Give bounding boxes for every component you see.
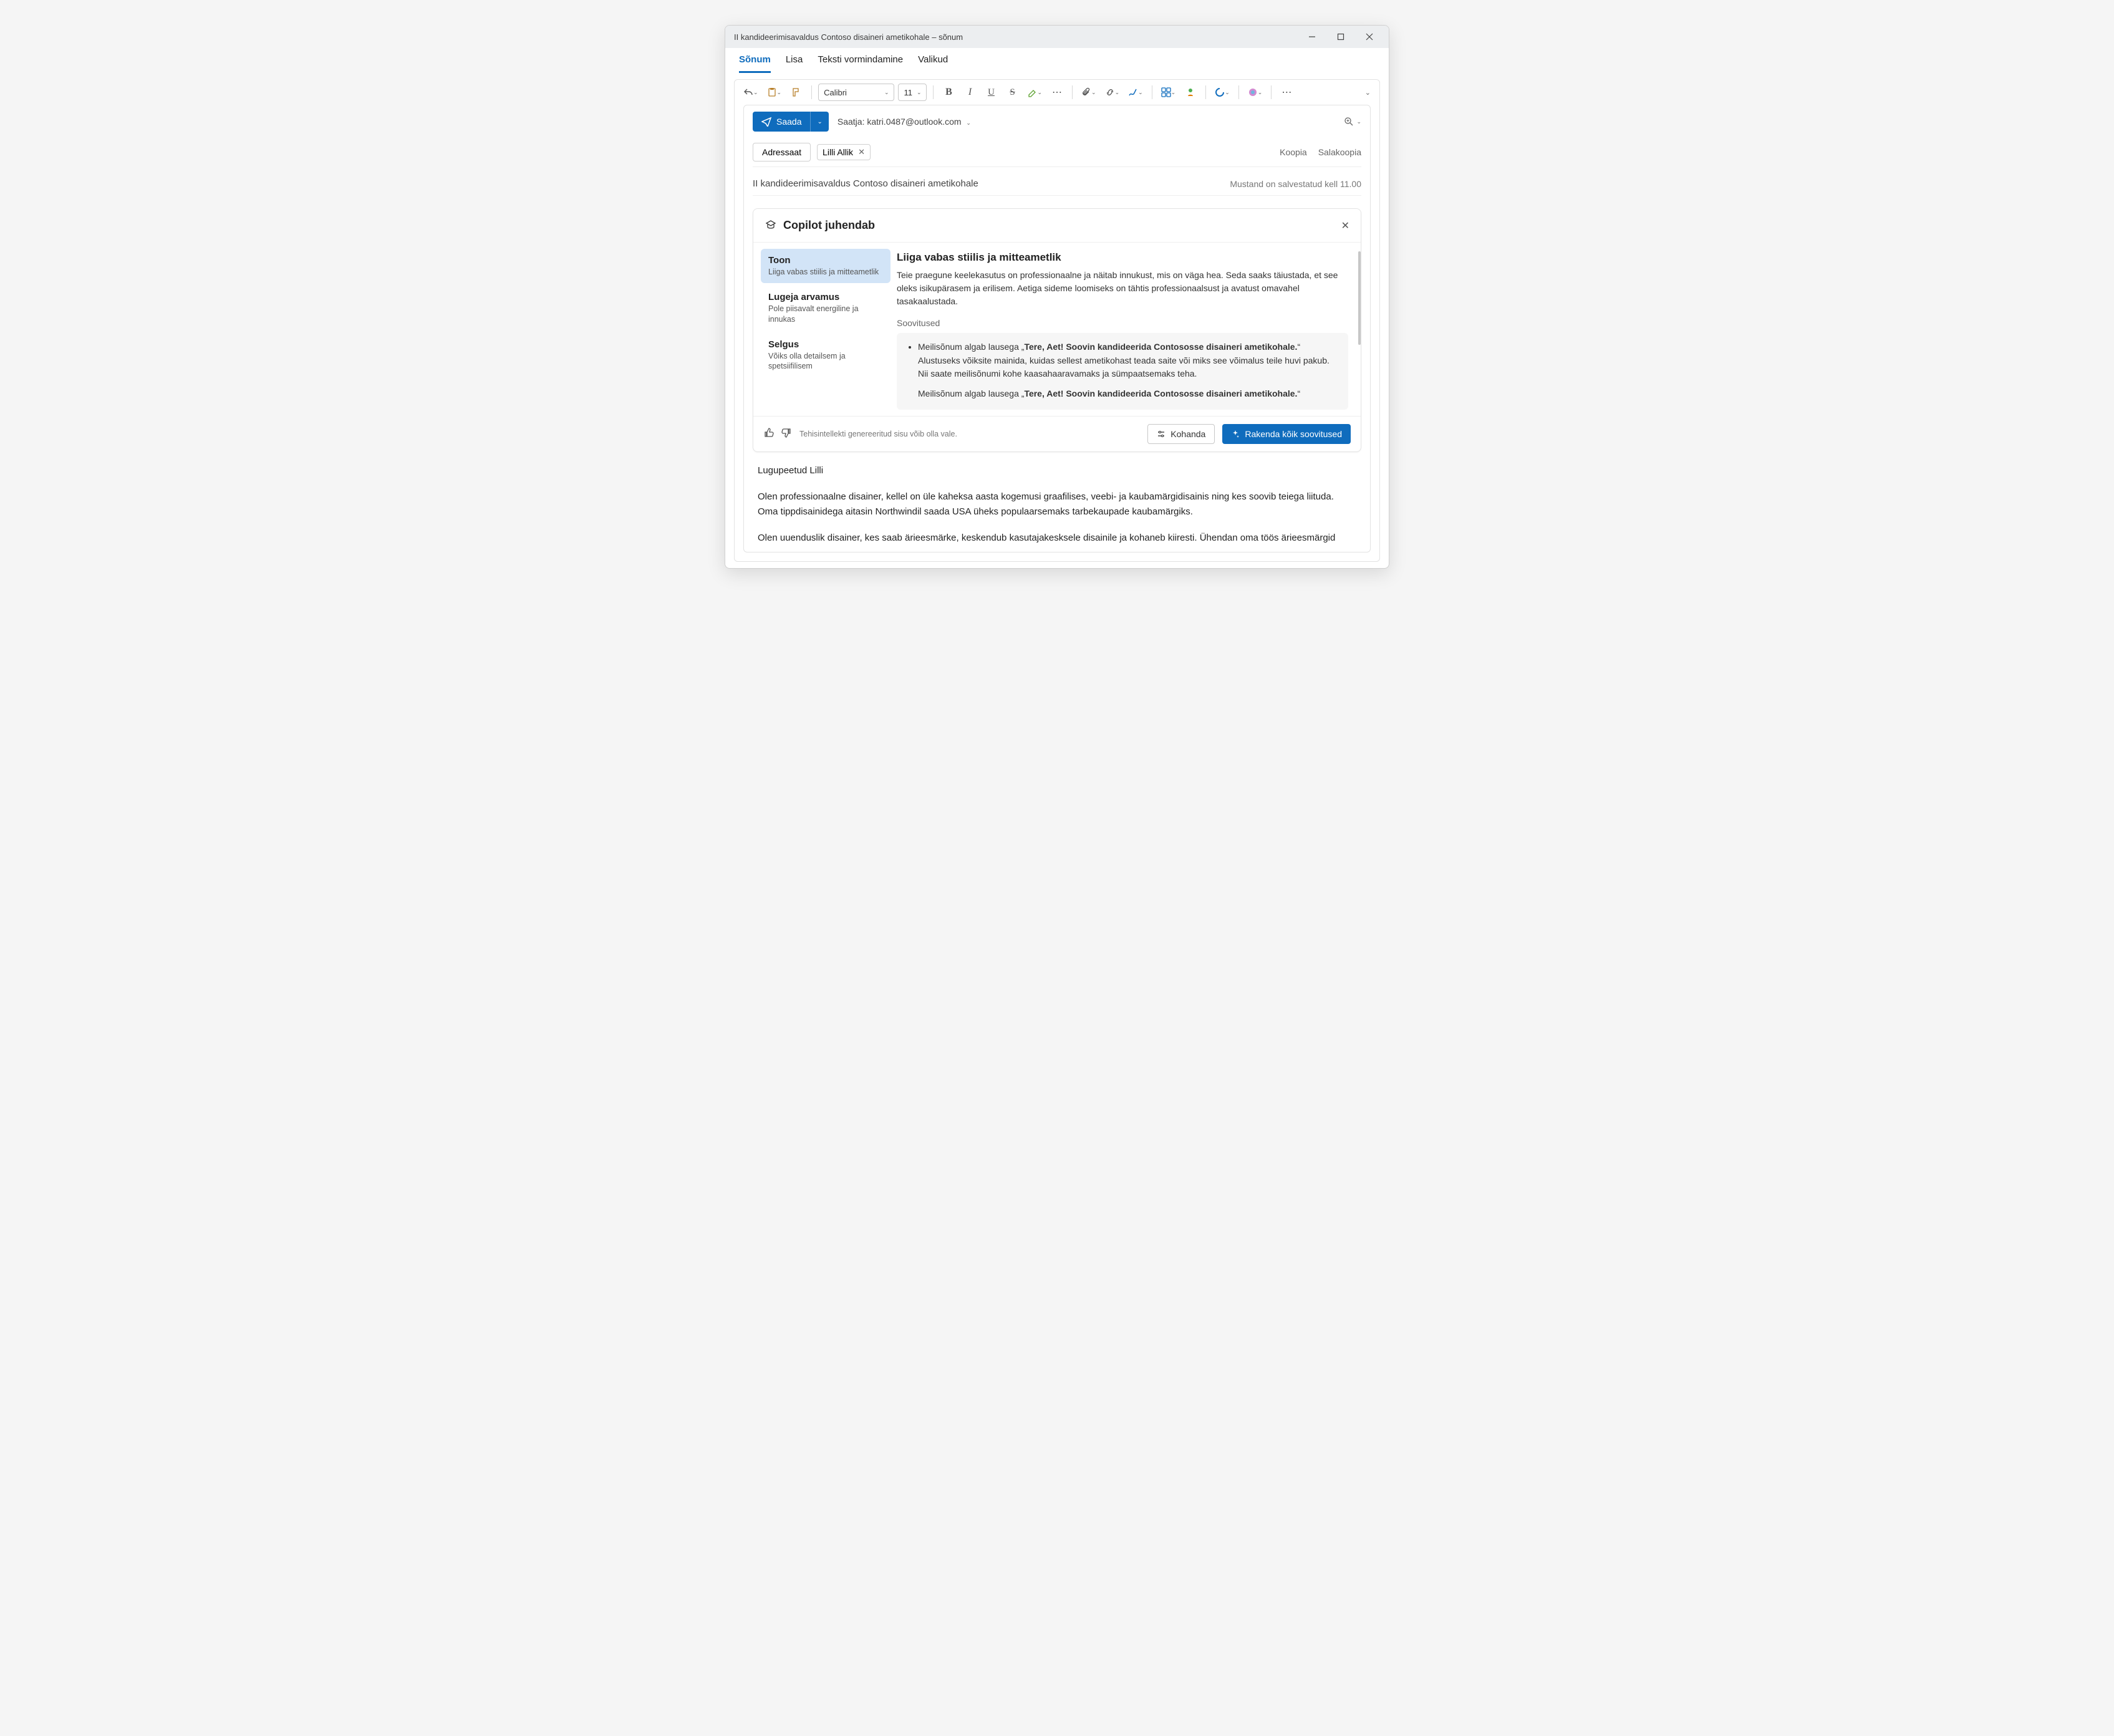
copilot-button[interactable]: ⌄ bbox=[1245, 84, 1265, 101]
draft-status: Mustand on salvestatud kell 11.00 bbox=[1230, 179, 1361, 189]
subject-input[interactable]: II kandideerimisavaldus Contoso disainer… bbox=[753, 178, 978, 189]
copilot-description: Teie praegune keelekasutus on profession… bbox=[897, 269, 1348, 308]
to-button[interactable]: Adressaat bbox=[753, 143, 811, 162]
remove-recipient-icon[interactable]: ✕ bbox=[858, 147, 865, 157]
suggestion-item: Meilisõnum algab lausega „Tere, Aet! Soo… bbox=[918, 387, 1339, 401]
cc-link[interactable]: Koopia bbox=[1280, 147, 1307, 157]
collapse-ribbon-button[interactable]: ⌄ bbox=[1365, 89, 1371, 97]
send-icon bbox=[761, 117, 771, 127]
send-split-button[interactable]: ⌄ bbox=[810, 112, 828, 132]
customize-button[interactable]: Kohanda bbox=[1147, 424, 1215, 444]
apply-all-button[interactable]: Rakenda kõik soovitused bbox=[1222, 424, 1351, 444]
format-painter-button[interactable] bbox=[788, 84, 805, 101]
copilot-heading: Liiga vabas stiilis ja mitteametlik bbox=[897, 251, 1348, 264]
recipient-chip[interactable]: Lilli Allik ✕ bbox=[817, 144, 871, 160]
bcc-link[interactable]: Salakoopia bbox=[1318, 147, 1361, 157]
email-body[interactable]: Lugupeetud Lilli Olen professionaalne di… bbox=[753, 452, 1361, 546]
more-formatting-button[interactable]: ⋯ bbox=[1048, 84, 1066, 101]
strikethrough-button[interactable]: S bbox=[1003, 84, 1021, 101]
sidebar-item-reader[interactable]: Lugeja arvamus Pole piisavalt energiline… bbox=[761, 286, 890, 330]
sliders-icon bbox=[1157, 430, 1166, 438]
italic-button[interactable]: I bbox=[961, 84, 978, 101]
tab-options[interactable]: Valikud bbox=[918, 54, 948, 73]
loop-button[interactable]: ⌄ bbox=[1212, 84, 1232, 101]
ribbon: ⌄ ⌄ Calibri⌄ 11⌄ B I U S ⌄ ⋯ ⌄ bbox=[734, 79, 1380, 562]
sidebar-item-clarity[interactable]: Selgus Võiks olla detailsem ja spetsiifi… bbox=[761, 333, 890, 378]
magnifier-icon bbox=[1344, 117, 1354, 127]
recipient-name: Lilli Allik bbox=[823, 147, 853, 157]
body-paragraph: Olen professionaalne disainer, kellel on… bbox=[758, 489, 1356, 519]
suggestion-item: Meilisõnum algab lausega „Tere, Aet! Soo… bbox=[918, 340, 1339, 381]
copilot-coach-icon bbox=[765, 219, 777, 232]
compose-area: Saada ⌄ Saatja: katri.0487@outlook.com ⌄… bbox=[743, 105, 1371, 552]
copilot-close-icon[interactable]: ✕ bbox=[1341, 219, 1349, 232]
undo-button[interactable]: ⌄ bbox=[741, 84, 761, 101]
suggestions-box: Meilisõnum algab lausega „Tere, Aet! Soo… bbox=[897, 333, 1348, 410]
attach-button[interactable]: ⌄ bbox=[1079, 84, 1099, 101]
sidebar-item-tone[interactable]: Toon Liiga vabas stiilis ja mitteametlik bbox=[761, 249, 890, 283]
close-button[interactable] bbox=[1355, 26, 1384, 48]
ribbon-tabs: Sõnum Lisa Teksti vormindamine Valikud bbox=[725, 48, 1389, 73]
thumbs-up-icon[interactable] bbox=[763, 427, 775, 441]
scrollbar[interactable] bbox=[1358, 251, 1361, 345]
from-label[interactable]: Saatja: katri.0487@outlook.com ⌄ bbox=[837, 117, 971, 127]
body-paragraph: Olen uuenduslik disainer, kes saab äriee… bbox=[758, 531, 1356, 546]
copilot-title: Copilot juhendab bbox=[783, 219, 875, 232]
minimize-button[interactable] bbox=[1298, 26, 1326, 48]
signature-button[interactable]: ⌄ bbox=[1126, 84, 1146, 101]
highlight-button[interactable]: ⌄ bbox=[1025, 84, 1045, 101]
tab-message[interactable]: Sõnum bbox=[739, 54, 771, 73]
maximize-button[interactable] bbox=[1326, 26, 1355, 48]
copilot-panel: Copilot juhendab ✕ Toon Liiga vabas stii… bbox=[753, 208, 1361, 452]
compose-window: II kandideerimisavaldus Contoso disainer… bbox=[725, 25, 1389, 569]
body-paragraph: Lugupeetud Lilli bbox=[758, 463, 1356, 478]
ai-disclaimer: Tehisintellekti genereeritud sisu võib o… bbox=[799, 430, 957, 438]
apps-button[interactable]: ⌄ bbox=[1159, 84, 1179, 101]
polls-button[interactable] bbox=[1182, 84, 1199, 101]
font-size-select[interactable]: 11⌄ bbox=[898, 84, 927, 101]
window-title: II kandideerimisavaldus Contoso disainer… bbox=[734, 32, 963, 42]
font-name-select[interactable]: Calibri⌄ bbox=[818, 84, 894, 101]
underline-button[interactable]: U bbox=[982, 84, 1000, 101]
paste-button[interactable]: ⌄ bbox=[765, 84, 784, 101]
tab-format[interactable]: Teksti vormindamine bbox=[818, 54, 903, 73]
zoom-button[interactable]: ⌄ bbox=[1344, 117, 1361, 127]
send-button[interactable]: Saada ⌄ bbox=[753, 112, 829, 132]
overflow-button[interactable]: ⋯ bbox=[1278, 84, 1295, 101]
suggestions-label: Soovitused bbox=[897, 318, 1348, 328]
titlebar: II kandideerimisavaldus Contoso disainer… bbox=[725, 26, 1389, 48]
sparkle-icon bbox=[1231, 430, 1240, 438]
copilot-sidebar: Toon Liiga vabas stiilis ja mitteametlik… bbox=[753, 243, 894, 416]
copilot-main: Liiga vabas stiilis ja mitteametlik Teie… bbox=[894, 243, 1361, 416]
bold-button[interactable]: B bbox=[940, 84, 957, 101]
thumbs-down-icon[interactable] bbox=[781, 427, 792, 441]
tab-insert[interactable]: Lisa bbox=[786, 54, 803, 73]
link-button[interactable]: ⌄ bbox=[1103, 84, 1122, 101]
